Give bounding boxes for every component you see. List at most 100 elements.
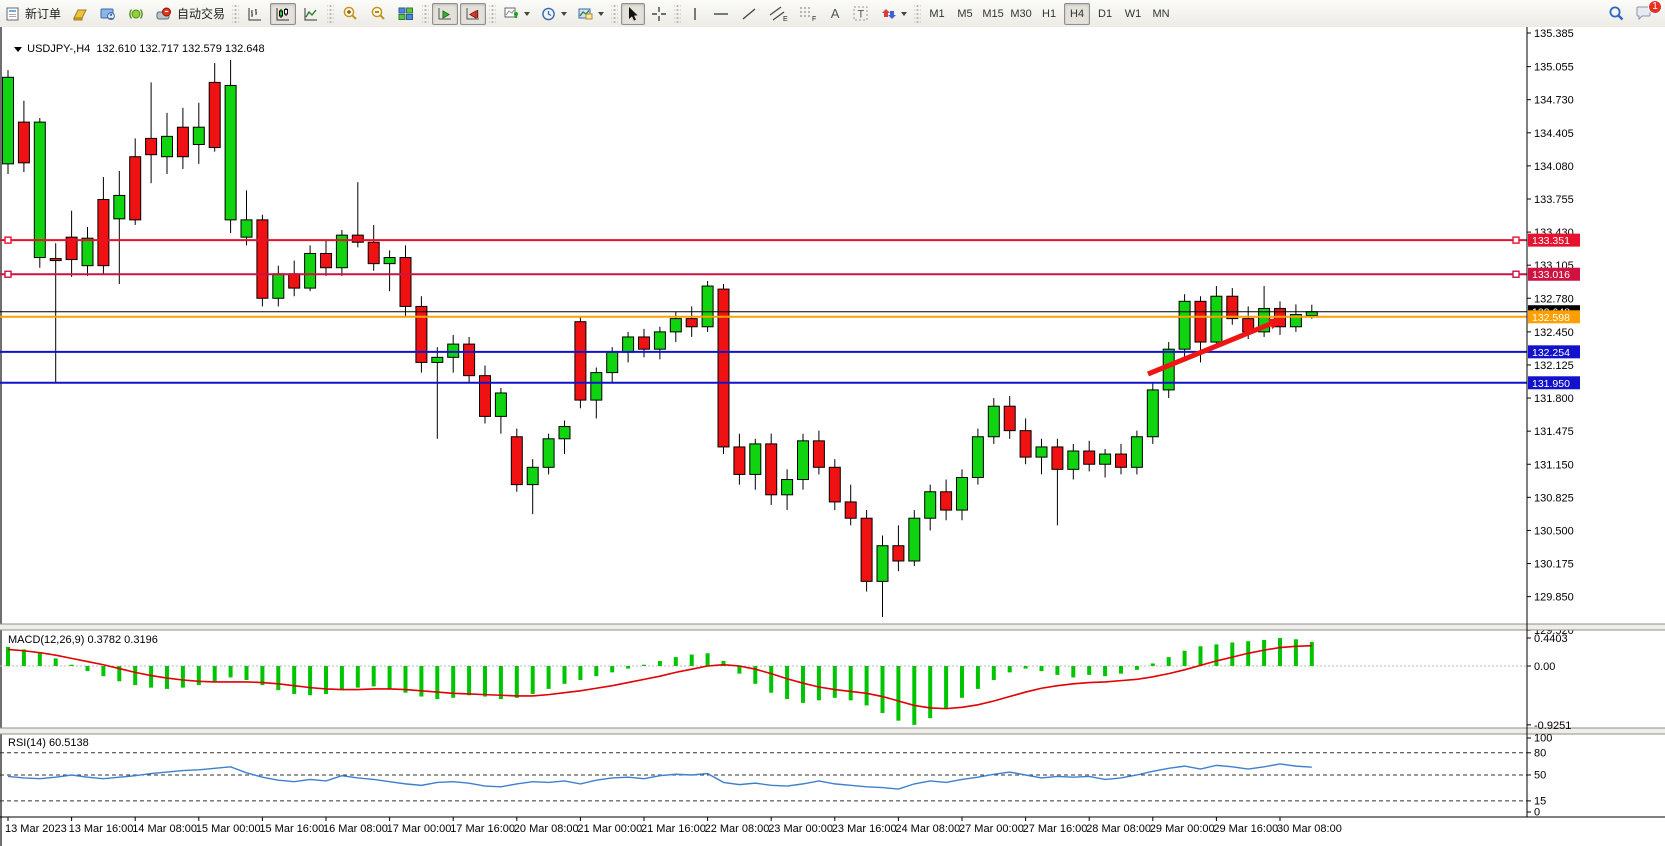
candlestick-chart-icon	[274, 6, 292, 22]
cursor-tool-button[interactable]	[621, 3, 645, 25]
new-order-button[interactable]: 新订单	[1, 3, 65, 25]
price-chart-canvas[interactable]: 135.385135.055134.730134.405134.080133.7…	[0, 27, 1665, 846]
timeframe-m15-button[interactable]: M15	[980, 3, 1006, 25]
trendline-tool-button[interactable]	[736, 3, 762, 25]
candle-chart-mode-button[interactable]	[270, 3, 296, 25]
macd-histogram-bar	[133, 666, 137, 685]
timeframe-h4-button[interactable]: H4	[1064, 3, 1090, 25]
trendline-icon	[740, 6, 758, 22]
search-button[interactable]	[1603, 3, 1629, 25]
candle-body	[813, 441, 824, 467]
candle-body	[114, 195, 125, 218]
candle-body	[1116, 454, 1127, 467]
crosshair-tool-button[interactable]	[647, 3, 671, 25]
candle-body	[416, 306, 427, 362]
toolbar-grip[interactable]	[327, 4, 334, 24]
bar-chart-mode-button[interactable]	[242, 3, 268, 25]
line-chart-mode-button[interactable]	[298, 3, 324, 25]
auto-scroll-button[interactable]	[432, 3, 458, 25]
candle-body	[798, 441, 809, 480]
macd-histogram-bar	[1151, 663, 1155, 666]
macd-histogram-bar	[101, 666, 105, 676]
toolbar-grip[interactable]	[611, 4, 618, 24]
new-order-label: 新订单	[25, 5, 61, 22]
time-axis-label: 23 Mar 00:00	[768, 823, 833, 835]
timeframe-h1-button[interactable]: H1	[1036, 3, 1062, 25]
timeframe-m5-button[interactable]: M5	[952, 3, 978, 25]
macd-histogram-bar	[54, 658, 58, 666]
macd-histogram-bar	[563, 666, 567, 684]
terminal-button[interactable]	[95, 3, 121, 25]
time-axis-label: 21 Mar 16:00	[641, 823, 706, 835]
timeframe-m30-button[interactable]: M30	[1008, 3, 1034, 25]
chart-shift-button[interactable]	[460, 3, 486, 25]
arrows-tool-button[interactable]	[876, 3, 911, 25]
text-label-tool-button[interactable]: T	[848, 3, 874, 25]
candle-body	[718, 289, 729, 447]
panel-separator[interactable]	[0, 624, 1665, 630]
timeframe-d1-button[interactable]: D1	[1092, 3, 1118, 25]
macd-histogram-bar	[467, 666, 471, 695]
candle-body	[1306, 312, 1317, 316]
zoom-in-icon	[341, 5, 359, 22]
symbol-collapse-icon[interactable]	[14, 47, 22, 52]
line-selection-handle[interactable]	[1513, 237, 1519, 243]
timeframe-m1-button[interactable]: M1	[924, 3, 950, 25]
periods-button[interactable]	[536, 3, 571, 25]
candle-body	[1052, 447, 1063, 469]
templates-button[interactable]	[573, 3, 608, 25]
arrows-icon	[880, 6, 898, 22]
macd-histogram-bar	[706, 653, 710, 666]
time-axis-label: 27 Mar 00:00	[959, 823, 1024, 835]
fibonacci-tool-button[interactable]: F	[794, 3, 822, 25]
zoom-in-button[interactable]	[337, 3, 363, 25]
vertical-line-tool-button[interactable]	[684, 3, 706, 25]
macd-histogram-bar	[149, 666, 153, 688]
chart-symbol-title: USDJPY-,H4 132.610 132.717 132.579 132.6…	[8, 31, 265, 55]
candle-body	[543, 439, 554, 468]
tile-windows-button[interactable]	[393, 3, 419, 25]
time-axis-label: 29 Mar 00:00	[1150, 823, 1215, 835]
timeframe-mn-button[interactable]: MN	[1148, 3, 1174, 25]
candle-body	[511, 437, 522, 485]
time-axis-label: 30 Mar 08:00	[1277, 823, 1342, 835]
price-line-badge-label: 131.950	[1532, 378, 1570, 390]
price-axis-label: 134.080	[1534, 161, 1574, 173]
time-axis-label: 14 Mar 08:00	[132, 823, 197, 835]
line-selection-handle[interactable]	[5, 237, 11, 243]
line-selection-handle[interactable]	[1513, 271, 1519, 277]
macd-histogram-bar	[1055, 666, 1059, 675]
text-tool-button[interactable]: A	[824, 3, 846, 25]
candle-body	[972, 437, 983, 478]
toolbar-grip[interactable]	[422, 4, 429, 24]
zoom-out-button[interactable]	[365, 3, 391, 25]
panel-separator[interactable]	[0, 728, 1665, 734]
macd-histogram-bar	[833, 666, 837, 698]
price-axis-label: 131.800	[1534, 393, 1574, 405]
news-signal-button[interactable]	[123, 3, 149, 25]
channel-tool-button[interactable]: E	[764, 3, 792, 25]
add-indicator-button[interactable]	[499, 3, 534, 25]
autotrading-button[interactable]: 自动交易	[151, 3, 229, 25]
symbol-name: USDJPY-,H4	[27, 43, 90, 55]
macd-histogram-bar	[22, 649, 26, 666]
candle-body	[464, 344, 475, 376]
toolbar-grip[interactable]	[674, 4, 681, 24]
line-selection-handle[interactable]	[5, 271, 11, 277]
market-depth-button[interactable]	[67, 3, 93, 25]
macd-histogram-bar	[356, 666, 360, 688]
macd-axis-label: -0.9251	[1534, 720, 1571, 732]
text-tool-icon: A	[831, 6, 840, 21]
macd-histogram-bar	[578, 666, 582, 680]
toolbar-grip[interactable]	[489, 4, 496, 24]
notifications-button[interactable]: 1	[1631, 3, 1657, 25]
horizontal-line-tool-button[interactable]	[708, 3, 734, 25]
toolbar-grip[interactable]	[232, 4, 239, 24]
timeframe-w1-button[interactable]: W1	[1120, 3, 1146, 25]
autotrading-icon	[155, 6, 173, 22]
price-axis-label: 130.175	[1534, 559, 1574, 571]
toolbar-grip[interactable]	[914, 4, 921, 24]
candle-body	[448, 344, 459, 357]
macd-histogram-bar	[1103, 666, 1107, 676]
macd-histogram-bar	[928, 666, 932, 718]
